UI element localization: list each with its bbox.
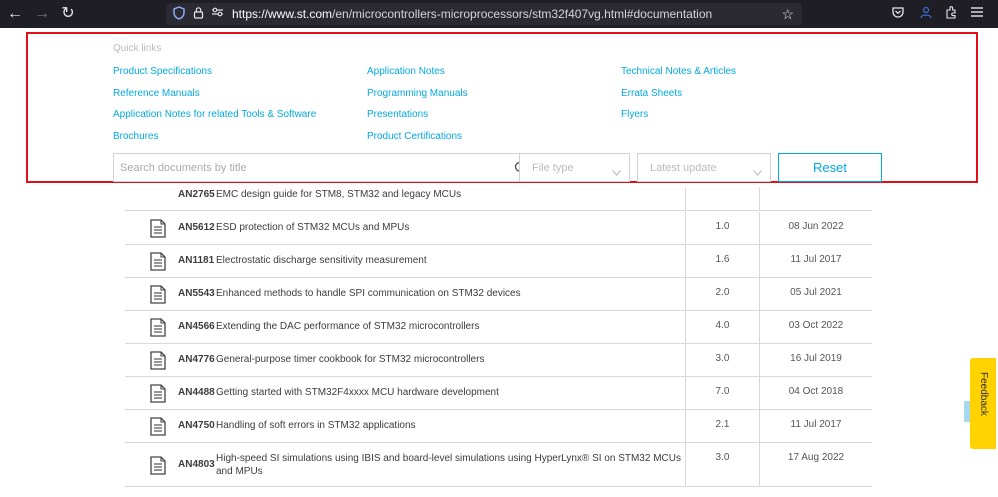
file-type-select[interactable]: File type bbox=[519, 153, 630, 182]
search-input[interactable]: Search documents by title bbox=[113, 153, 537, 182]
document-title[interactable]: Handling of soft errors in STM32 applica… bbox=[216, 419, 686, 432]
feedback-tab[interactable]: Feedback bbox=[970, 358, 996, 449]
document-code[interactable]: AN4803 bbox=[178, 459, 215, 470]
document-icon[interactable] bbox=[150, 384, 166, 403]
date-cell bbox=[759, 187, 872, 211]
document-icon[interactable] bbox=[150, 351, 166, 370]
bookmark-star-icon[interactable]: ☆ bbox=[781, 6, 794, 22]
document-title[interactable]: Electrostatic discharge sensitivity meas… bbox=[216, 254, 686, 267]
version-cell: 3.0 bbox=[685, 344, 759, 377]
version-cell: 7.0 bbox=[685, 377, 759, 410]
link-technical-notes-articles[interactable]: Technical Notes & Articles bbox=[621, 66, 736, 77]
table-row[interactable]: AN4750 Handling of soft errors in STM32 a… bbox=[125, 410, 872, 443]
document-title[interactable]: ESD protection of STM32 MCUs and MPUs bbox=[216, 221, 686, 234]
version-cell: 4.0 bbox=[685, 311, 759, 344]
link-application-notes-tools-software[interactable]: Application Notes for related Tools & So… bbox=[113, 109, 316, 120]
chevron-down-icon bbox=[612, 163, 621, 176]
shield-icon[interactable] bbox=[173, 6, 185, 24]
document-title[interactable]: General-purpose timer cookbook for STM32… bbox=[216, 353, 686, 366]
date-cell: 11 Jul 2017 bbox=[759, 245, 872, 278]
url-text[interactable]: https://www.st.com/en/microcontrollers-m… bbox=[232, 7, 712, 21]
document-code[interactable]: AN4566 bbox=[178, 321, 215, 332]
table-row[interactable]: AN5612 ESD protection of STM32 MCUs and M… bbox=[125, 212, 872, 245]
feedback-label: Feedback bbox=[978, 372, 989, 416]
pocket-icon[interactable] bbox=[891, 5, 905, 23]
version-cell: 2.1 bbox=[685, 410, 759, 443]
link-errata-sheets[interactable]: Errata Sheets bbox=[621, 88, 682, 99]
link-flyers[interactable]: Flyers bbox=[621, 109, 648, 120]
account-icon[interactable] bbox=[919, 5, 933, 23]
extensions-icon[interactable] bbox=[944, 5, 958, 23]
table-row[interactable]: AN4776 General-purpose timer cookbook for… bbox=[125, 344, 872, 377]
link-presentations[interactable]: Presentations bbox=[367, 109, 428, 120]
quick-links-heading: Quick links bbox=[113, 43, 162, 54]
version-cell: 1.0 bbox=[685, 212, 759, 245]
date-cell: 08 Jun 2022 bbox=[759, 212, 872, 245]
document-code[interactable]: AN5612 bbox=[178, 222, 215, 233]
file-type-label: File type bbox=[532, 162, 574, 174]
document-icon[interactable] bbox=[150, 456, 166, 475]
document-code[interactable]: AN1181 bbox=[178, 255, 214, 266]
back-arrow-icon[interactable]: ← bbox=[6, 5, 24, 23]
document-title[interactable]: High-speed SI simulations using IBIS and… bbox=[216, 452, 686, 478]
link-product-certifications[interactable]: Product Certifications bbox=[367, 131, 462, 142]
version-cell bbox=[685, 187, 759, 211]
document-title[interactable]: Getting started with STM32F4xxxx MCU har… bbox=[216, 386, 686, 399]
link-product-specifications[interactable]: Product Specifications bbox=[113, 66, 212, 77]
permissions-icon[interactable] bbox=[211, 6, 224, 22]
table-row[interactable]: AN4488 Getting started with STM32F4xxxx M… bbox=[125, 377, 872, 410]
date-cell: 11 Jul 2017 bbox=[759, 410, 872, 443]
forward-arrow-icon[interactable]: → bbox=[33, 5, 51, 23]
document-code[interactable]: AN2765 bbox=[178, 189, 215, 200]
version-cell: 3.0 bbox=[685, 443, 759, 487]
quick-links-panel: Quick links Product Specifications Refer… bbox=[26, 32, 978, 183]
version-cell: 1.6 bbox=[685, 245, 759, 278]
link-application-notes[interactable]: Application Notes bbox=[367, 66, 445, 77]
version-cell: 2.0 bbox=[685, 278, 759, 311]
document-code[interactable]: AN4776 bbox=[178, 354, 215, 365]
link-programming-manuals[interactable]: Programming Manuals bbox=[367, 88, 468, 99]
document-icon[interactable] bbox=[150, 285, 166, 304]
search-placeholder: Search documents by title bbox=[120, 162, 247, 174]
page-content: AN2765 EMC design guide for STM8, STM32 … bbox=[0, 28, 998, 497]
browser-toolbar: ← → ↻ https://www.st.com/en/microcontrol… bbox=[0, 0, 998, 28]
document-code[interactable]: AN4750 bbox=[178, 420, 215, 431]
table-row[interactable]: AN2765 EMC design guide for STM8, STM32 … bbox=[125, 187, 872, 211]
date-cell: 17 Aug 2022 bbox=[759, 443, 872, 487]
document-code[interactable]: AN4488 bbox=[178, 387, 215, 398]
reset-button[interactable]: Reset bbox=[778, 153, 882, 182]
document-icon[interactable] bbox=[150, 219, 166, 238]
lock-icon[interactable] bbox=[193, 6, 204, 23]
table-row[interactable]: AN5543 Enhanced methods to handle SPI com… bbox=[125, 278, 872, 311]
menu-icon[interactable] bbox=[970, 5, 984, 23]
link-brochures[interactable]: Brochures bbox=[113, 131, 159, 142]
date-cell: 16 Jul 2019 bbox=[759, 344, 872, 377]
document-title[interactable]: EMC design guide for STM8, STM32 and leg… bbox=[216, 188, 686, 201]
document-icon[interactable] bbox=[150, 318, 166, 337]
reload-icon[interactable]: ↻ bbox=[59, 5, 77, 23]
table-row[interactable]: AN1181 Electrostatic discharge sensitivit… bbox=[125, 245, 872, 278]
address-bar[interactable]: https://www.st.com/en/microcontrollers-m… bbox=[166, 3, 802, 25]
document-title[interactable]: Enhanced methods to handle SPI communica… bbox=[216, 287, 686, 300]
document-code[interactable]: AN5543 bbox=[178, 288, 215, 299]
chevron-down-icon bbox=[753, 163, 762, 176]
date-cell: 04 Oct 2018 bbox=[759, 377, 872, 410]
link-reference-manuals[interactable]: Reference Manuals bbox=[113, 88, 200, 99]
table-row[interactable]: AN4803 High-speed SI simulations using IB… bbox=[125, 443, 872, 487]
document-title[interactable]: Extending the DAC performance of STM32 m… bbox=[216, 320, 686, 333]
latest-update-select[interactable]: Latest update bbox=[637, 153, 771, 182]
document-icon[interactable] bbox=[150, 417, 166, 436]
date-cell: 03 Oct 2022 bbox=[759, 311, 872, 344]
document-icon[interactable] bbox=[150, 252, 166, 271]
date-cell: 05 Jul 2021 bbox=[759, 278, 872, 311]
table-row[interactable]: AN4566 Extending the DAC performance of S… bbox=[125, 311, 872, 344]
latest-update-label: Latest update bbox=[650, 162, 717, 174]
